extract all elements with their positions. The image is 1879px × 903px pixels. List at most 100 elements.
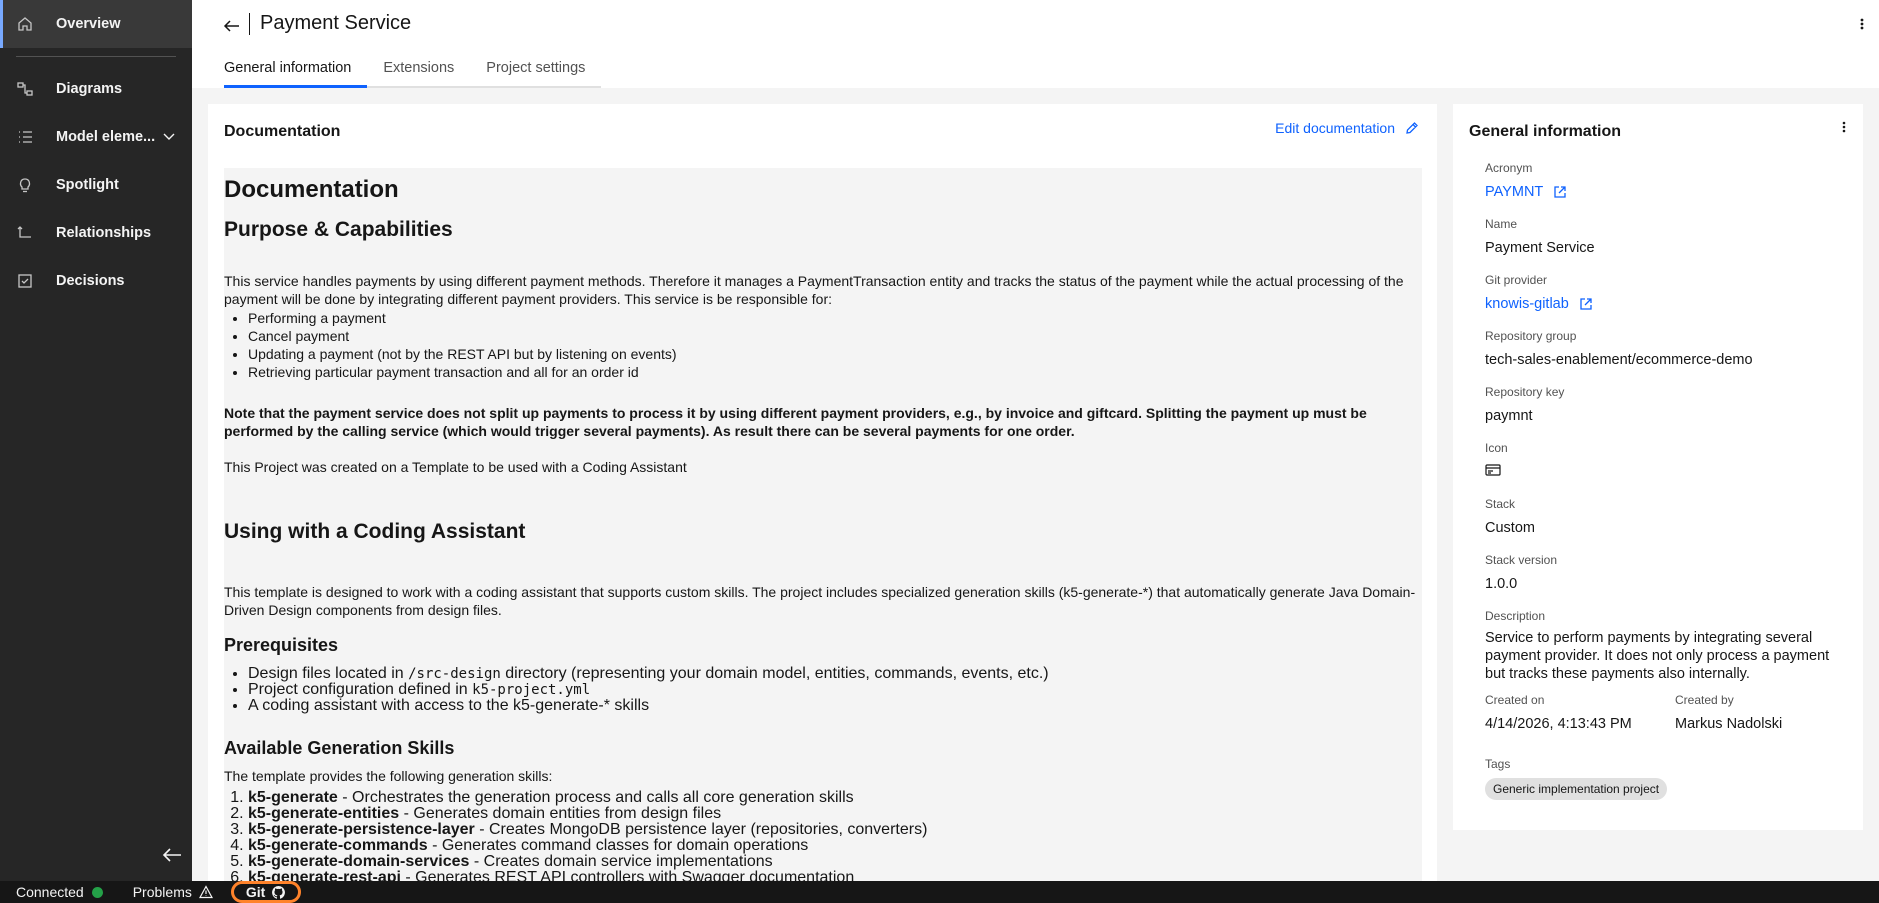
connection-status[interactable]: Connected	[0, 881, 111, 903]
external-link-icon	[1554, 186, 1566, 198]
description-field: Description Service to perform payments …	[1485, 609, 1835, 683]
page-header: Payment Service General information Exte…	[192, 0, 1879, 88]
list-item: A coding assistant with access to the k5…	[248, 698, 1049, 714]
sidebar-item-label: Spotlight	[56, 177, 119, 193]
doc-note: Note that the payment service does not s…	[224, 405, 1367, 439]
field-label: Tags	[1485, 757, 1511, 771]
field-label: Created on	[1485, 693, 1545, 707]
documentation-panel: Documentation Edit documentation Documen…	[208, 104, 1437, 881]
external-link-icon	[1580, 298, 1592, 310]
field-label: Description	[1485, 609, 1546, 623]
payment-card-icon	[1485, 463, 1508, 482]
acronym-value: PAYMNT	[1485, 184, 1544, 200]
list-item: Project configuration defined in k5-proj…	[248, 682, 1049, 699]
relationship-icon	[16, 224, 34, 242]
tab-bar: General information Extensions Project s…	[224, 52, 602, 88]
list-item: Updating a payment (not by the REST API …	[248, 345, 677, 363]
title-separator	[249, 13, 250, 35]
sidebar-item-decisions[interactable]: Decisions	[0, 257, 192, 305]
doc-paragraph-skills: The template provides the following gene…	[224, 768, 553, 784]
documentation-panel-title: Documentation	[224, 123, 341, 140]
list-item: k5-generate-domain-services - Creates do…	[248, 854, 927, 870]
list-item: k5-generate-entities - Generates domain …	[248, 806, 927, 822]
name-field: Name Payment Service	[1485, 217, 1595, 257]
repository-group-field: Repository group tech-sales-enablement/e…	[1485, 329, 1753, 369]
back-arrow-icon[interactable]	[222, 16, 242, 36]
warning-icon	[198, 885, 213, 899]
sidebar-item-spotlight[interactable]: Spotlight	[0, 161, 192, 209]
sidebar-item-label: Diagrams	[56, 81, 123, 97]
list-item: k5-generate - Orchestrates the generatio…	[248, 790, 927, 806]
git-label: Git	[245, 884, 266, 900]
field-label: Repository key	[1485, 385, 1565, 399]
general-information-title: General information	[1469, 123, 1622, 140]
doc-heading-skills: Available Generation Skills	[224, 738, 455, 758]
doc-heading-coding: Using with a Coding Assistant	[224, 520, 526, 543]
doc-heading-main: Documentation	[224, 176, 399, 203]
field-label: Icon	[1485, 441, 1508, 455]
stack-version-field: Stack version 1.0.0	[1485, 553, 1557, 593]
doc-paragraph-purpose: This service handles payments by using d…	[224, 273, 1404, 307]
sidebar-item-diagrams[interactable]: Diagrams	[0, 65, 192, 113]
bulb-icon	[16, 176, 34, 194]
sidebar-item-relationships[interactable]: Relationships	[0, 209, 192, 257]
created-on-value: 4/14/2026, 4:13:43 PM	[1485, 716, 1632, 732]
tab-general-information[interactable]: General information	[224, 52, 368, 88]
doc-heading-prerequisites: Prerequisites	[224, 635, 339, 655]
connection-status-label: Connected	[16, 884, 84, 900]
diagram-icon	[16, 80, 34, 98]
list-item: k5-generate-commands - Generates command…	[248, 838, 927, 854]
prerequisites-list: Design files located in /src-design dire…	[248, 666, 1049, 714]
sidebar-item-model-elements[interactable]: Model eleme...	[0, 113, 192, 161]
edit-documentation-label: Edit documentation	[1275, 120, 1395, 136]
list-item: Cancel payment	[248, 327, 677, 345]
tab-label: Project settings	[486, 60, 586, 76]
problems-label: Problems	[132, 884, 192, 900]
responsibilities-list: Performing a payment Cancel payment Upda…	[248, 309, 677, 381]
overflow-menu-icon[interactable]	[1841, 118, 1847, 136]
field-label: Name	[1485, 217, 1518, 231]
field-label: Acronym	[1485, 161, 1533, 175]
git-provider-link[interactable]: knowis-gitlab	[1485, 295, 1593, 313]
icon-field: Icon	[1485, 441, 1508, 482]
sidebar-item-overview[interactable]: Overview	[0, 0, 192, 48]
checkbox-icon	[16, 272, 34, 290]
stack-version-value: 1.0.0	[1485, 576, 1518, 592]
list-icon	[16, 128, 34, 146]
tab-extensions[interactable]: Extensions	[367, 52, 471, 88]
field-label: Created by	[1675, 693, 1734, 707]
acronym-link[interactable]: PAYMNT	[1485, 183, 1567, 201]
list-item: k5-generate-rest-api - Generates REST AP…	[248, 870, 927, 882]
doc-paragraph-coding: This template is designed to work with a…	[224, 584, 1416, 618]
git-button[interactable]: Git	[230, 881, 302, 903]
sidebar-divider	[16, 56, 176, 57]
doc-template-note: This Project was created on a Template t…	[224, 459, 687, 475]
list-item: Performing a payment	[248, 309, 677, 327]
stack-value: Custom	[1485, 520, 1535, 536]
problems-button[interactable]: Problems	[125, 881, 221, 903]
home-icon	[16, 15, 34, 33]
field-label: Git provider	[1485, 273, 1548, 287]
field-label: Stack version	[1485, 553, 1558, 567]
general-information-panel: General information Acronym PAYMNT Name …	[1453, 104, 1863, 830]
tab-project-settings[interactable]: Project settings	[470, 52, 602, 88]
pencil-icon	[1406, 122, 1418, 134]
created-on-field: Created on 4/14/2026, 4:13:43 PM	[1485, 693, 1635, 733]
list-item: k5-generate-persistence-layer - Creates …	[248, 822, 927, 838]
sidebar-item-label: Relationships	[56, 225, 152, 241]
tag-badge: Generic implementation project	[1485, 778, 1668, 800]
overflow-menu-icon[interactable]	[1859, 14, 1865, 34]
field-label: Stack	[1485, 497, 1516, 511]
skills-list: k5-generate - Orchestrates the generatio…	[248, 790, 927, 882]
edit-documentation-link[interactable]: Edit documentation	[1275, 120, 1419, 136]
page-title: Payment Service	[260, 12, 412, 34]
sidebar-item-label: Model eleme...	[56, 129, 156, 145]
tab-label: Extensions	[383, 60, 455, 76]
doc-heading-purpose: Purpose & Capabilities	[224, 218, 453, 241]
list-item: Design files located in /src-design dire…	[248, 666, 1049, 683]
collapse-sidebar-icon[interactable]	[160, 843, 184, 867]
chevron-down-icon[interactable]	[162, 129, 176, 143]
stack-field: Stack Custom	[1485, 497, 1535, 537]
repository-key-value: paymnt	[1485, 408, 1533, 424]
github-icon	[272, 885, 286, 899]
